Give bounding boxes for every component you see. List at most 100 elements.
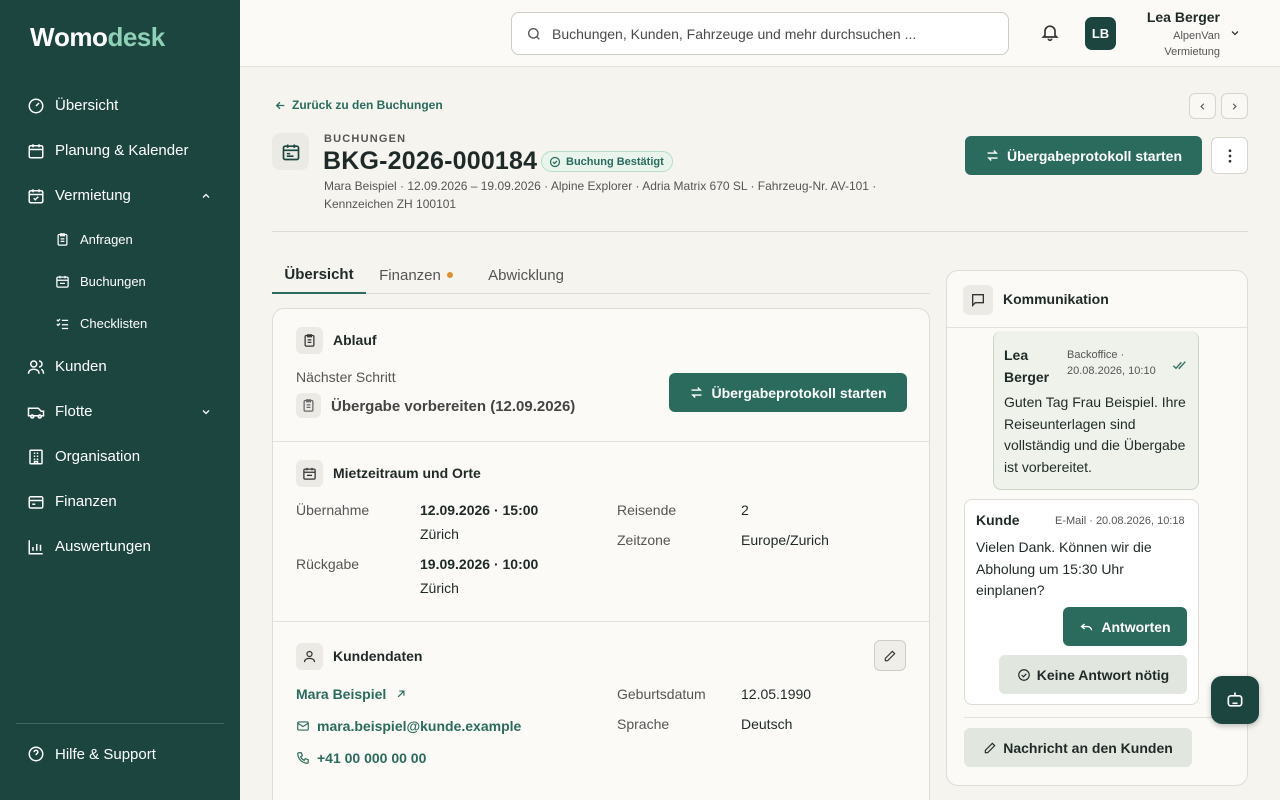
arrow-left-icon	[274, 99, 287, 112]
message-author: Lea Berger	[1004, 344, 1049, 388]
chevron-left-icon	[1197, 101, 1208, 112]
sidebar-item-uebersicht[interactable]: Übersicht	[0, 83, 240, 128]
page-overline: BUCHUNGEN	[324, 133, 407, 145]
bar-chart-icon	[27, 538, 45, 556]
customer-phone: +41 00 000 00 00	[317, 750, 427, 766]
sidebar-subitem-anfragen[interactable]: Anfragen	[0, 218, 240, 260]
start-handover-label: Übergabeprotokoll starten	[1006, 147, 1183, 164]
mail-icon	[296, 719, 317, 733]
user-org-line2: Vermietung	[1164, 46, 1220, 58]
overview-card: Ablauf Nächster Schritt Übergabe vorbere…	[272, 308, 930, 800]
ablauf-action-label: Übergabeprotokoll starten	[711, 384, 887, 401]
tab-finanzen[interactable]: Finanzen	[370, 256, 462, 294]
sidebar-item-planung[interactable]: Planung & Kalender	[0, 128, 240, 173]
gauge-icon	[27, 97, 45, 115]
assistant-button[interactable]	[1211, 676, 1259, 724]
bell-icon[interactable]	[1040, 22, 1062, 44]
external-link-icon	[394, 687, 415, 701]
sidebar-item-label: Kunden	[55, 358, 107, 375]
indicator-dot	[446, 272, 453, 278]
uebernahme-place: Zürich	[420, 526, 459, 542]
message-body: Vielen Dank. Können wir die Abholung um …	[976, 539, 1152, 598]
user-name[interactable]: Lea Berger	[1120, 9, 1220, 25]
section-title-kundendaten: Kundendaten	[333, 648, 423, 664]
sidebar-subitem-checklisten[interactable]: Checklisten	[0, 302, 240, 344]
new-message-label: Nachricht an den Kunden	[1003, 739, 1173, 756]
message-outgoing: Lea Berger Backoffice · 20.08.2026, 10:1…	[993, 331, 1199, 490]
uebernahme-date: 12.09.2026 · 15:00	[420, 502, 539, 518]
customer-name-link[interactable]: Mara Beispiel	[296, 686, 415, 702]
sprache-label: Sprache	[617, 716, 670, 732]
status-badge: Buchung Bestätigt	[541, 151, 673, 172]
message-body: Guten Tag Frau Beispiel. Ihre Reiseunter…	[1004, 394, 1186, 475]
message-incoming: Kunde E-Mail · 20.08.2026, 10:18 Vielen …	[964, 499, 1199, 705]
sidebar-item-flotte[interactable]: Flotte	[0, 389, 240, 434]
communication-panel: Kommunikation Lea Berger Backoffice · 20…	[946, 270, 1248, 786]
communication-header: Kommunikation	[947, 271, 1247, 328]
sidebar-item-vermietung[interactable]: Vermietung	[0, 173, 240, 218]
sidebar-item-finanzen[interactable]: Finanzen	[0, 479, 240, 524]
tab-abwicklung[interactable]: Abwicklung	[476, 256, 576, 294]
next-step-value: Übergabe vorbereiten (12.09.2026)	[331, 398, 576, 415]
start-handover-button[interactable]: Übergabeprotokoll starten	[965, 136, 1202, 175]
sidebar-item-kunden[interactable]: Kunden	[0, 344, 240, 389]
phone-icon	[296, 751, 317, 765]
message-meta-line1: Backoffice ·	[1067, 349, 1125, 361]
more-vertical-icon	[1221, 147, 1239, 165]
customer-email-link[interactable]: mara.beispiel@kunde.example	[296, 718, 521, 734]
page-title: BKG-2026-000184	[323, 147, 538, 175]
avatar[interactable]: LB	[1085, 17, 1116, 50]
app-logo[interactable]: Womo desk	[30, 22, 165, 53]
logo-omo: omo	[54, 22, 108, 52]
search-input[interactable]	[552, 25, 992, 42]
tab-uebersicht[interactable]: Übersicht	[272, 256, 366, 294]
sidebar-item-label: Organisation	[55, 448, 141, 465]
main-nav: Übersicht Planung & Kalender Vermietung …	[0, 83, 240, 569]
sidebar-item-label: Finanzen	[55, 493, 117, 510]
robot-icon	[1225, 690, 1245, 710]
message-meta: Backoffice · 20.08.2026, 10:10	[1067, 347, 1156, 379]
reisende-value: 2	[741, 502, 749, 518]
sidebar-item-auswertungen[interactable]: Auswertungen	[0, 524, 240, 569]
ablauf-start-handover-button[interactable]: Übergabeprotokoll starten	[669, 373, 907, 412]
customer-phone-link[interactable]: +41 00 000 00 00	[296, 750, 426, 766]
chevron-right-icon	[1229, 101, 1240, 112]
checklist-icon	[55, 316, 70, 331]
header-divider	[272, 231, 1248, 232]
message-icon	[963, 285, 993, 315]
booking-meta-line2: Kennzeichen ZH 100101	[324, 197, 457, 211]
back-to-bookings-link[interactable]: Zurück zu den Buchungen	[274, 98, 443, 112]
clipboard-icon	[55, 232, 70, 247]
search-box[interactable]	[511, 12, 1009, 55]
section-divider	[273, 441, 929, 442]
chevron-down-icon[interactable]	[200, 406, 212, 418]
sidebar-subitem-label: Buchungen	[80, 273, 146, 289]
chevron-up-icon[interactable]	[200, 190, 212, 202]
help-support-link[interactable]: Hilfe & Support	[27, 745, 156, 763]
back-label: Zurück zu den Buchungen	[292, 98, 443, 112]
sidebar-subitem-label: Anfragen	[80, 231, 133, 247]
sidebar-item-organisation[interactable]: Organisation	[0, 434, 240, 479]
new-message-button[interactable]: Nachricht an den Kunden	[964, 728, 1192, 767]
more-actions-button[interactable]	[1211, 137, 1248, 174]
sidebar-subitem-buchungen[interactable]: Buchungen	[0, 260, 240, 302]
calendar-icon	[296, 460, 323, 487]
edit-customer-button[interactable]	[874, 640, 906, 671]
tab-label: Finanzen	[379, 266, 441, 284]
section-title-ablauf: Ablauf	[333, 332, 377, 348]
reply-button[interactable]: Antworten	[1063, 607, 1187, 646]
rueckgabe-date: 19.09.2026 · 10:00	[420, 556, 539, 572]
message-meta: E-Mail · 20.08.2026, 10:18	[1055, 515, 1185, 527]
sidebar-subitem-label: Checklisten	[80, 315, 148, 331]
sidebar-item-label: Übersicht	[55, 97, 119, 114]
message-meta-line2: 20.08.2026, 10:10	[1067, 365, 1156, 377]
prev-booking-button[interactable]	[1189, 93, 1216, 119]
communication-title: Kommunikation	[1003, 291, 1109, 307]
chevron-down-icon[interactable]	[1229, 27, 1241, 39]
reisende-label: Reisende	[617, 502, 677, 518]
no-reply-needed-button[interactable]: Keine Antwort nötig	[999, 655, 1187, 694]
logo-w: W	[30, 22, 55, 52]
next-booking-button[interactable]	[1221, 93, 1248, 119]
swap-icon	[985, 148, 1007, 163]
reply-label: Antworten	[1101, 618, 1171, 635]
